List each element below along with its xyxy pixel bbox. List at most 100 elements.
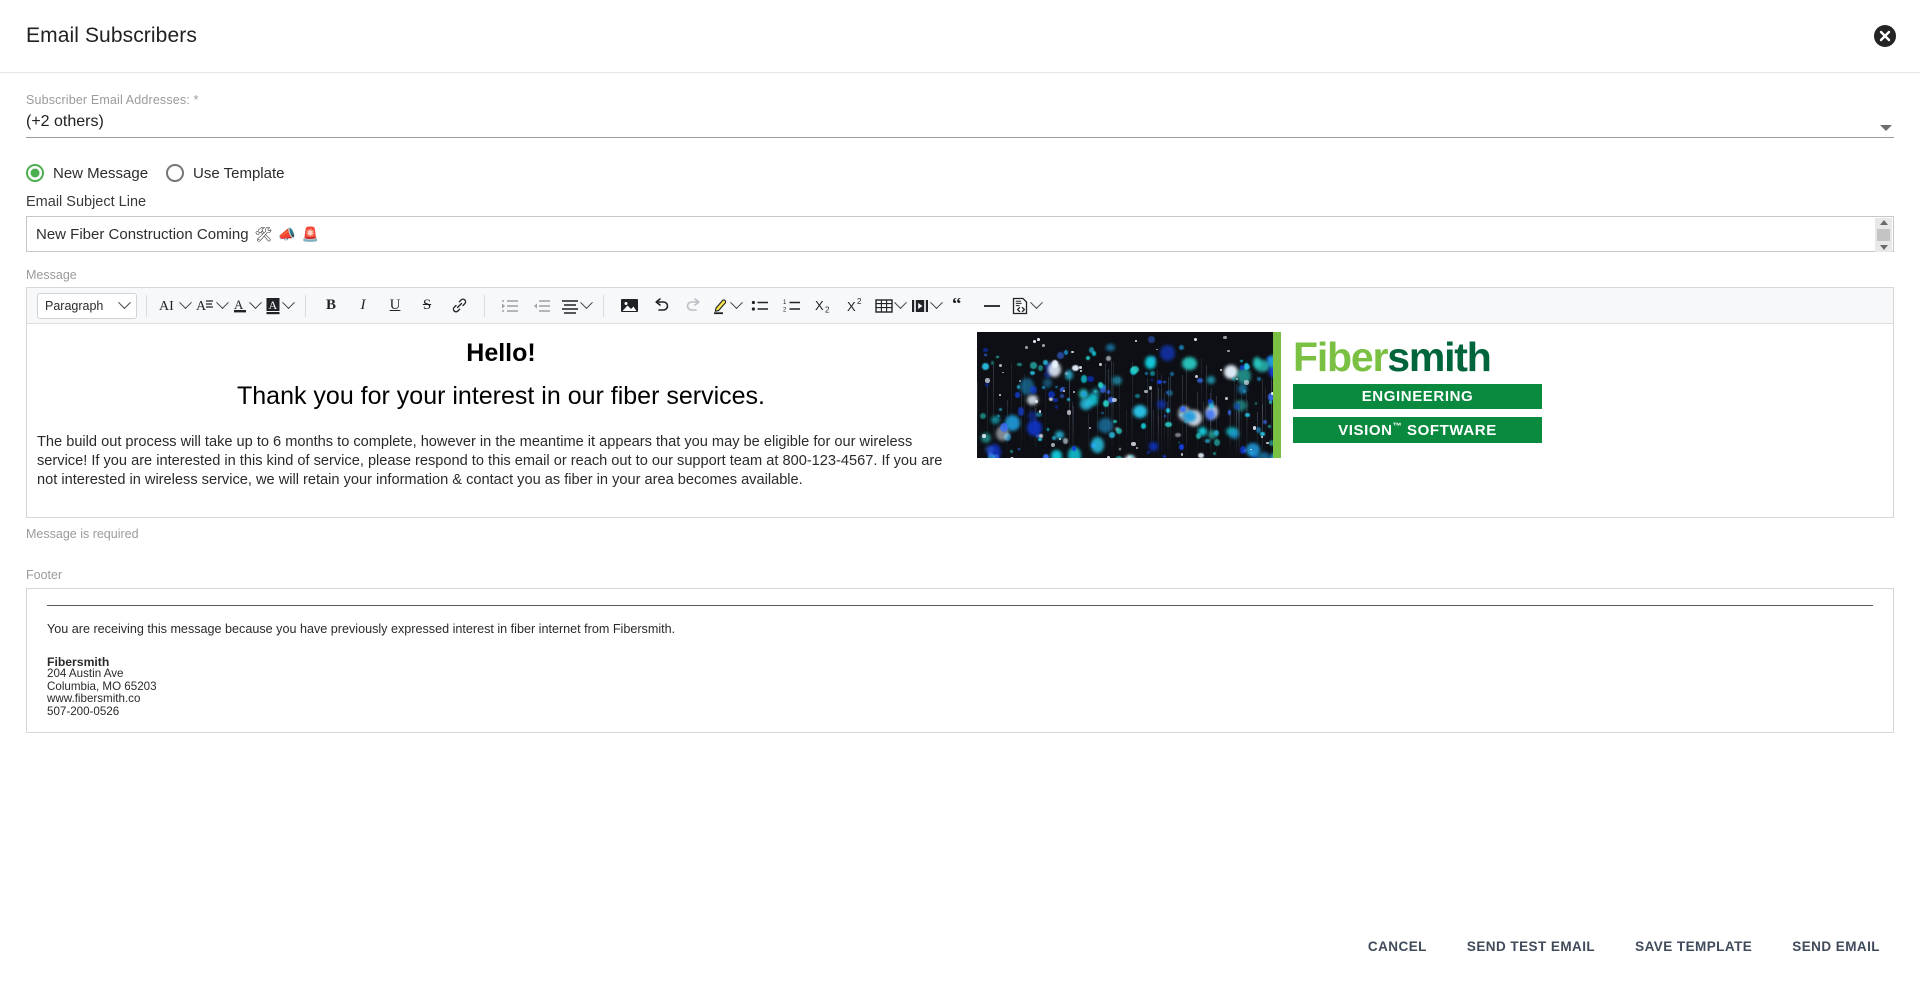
send-test-email-button[interactable]: SEND TEST EMAIL (1451, 929, 1611, 964)
subject-field: Email Subject Line New Fiber Constructio… (26, 194, 1894, 252)
email-subscribers-dialog: Email Subscribers Subscriber Email Addre… (0, 0, 1920, 982)
page-title: Email Subscribers (26, 24, 197, 47)
subscriber-select[interactable]: (+2 others) (26, 111, 1894, 138)
radio-indicator (166, 164, 185, 182)
bold-icon[interactable]: B (315, 293, 347, 319)
fibersmith-logo: Fibersmith (1293, 334, 1542, 380)
hammer-wrench-icon: 🛠 (254, 226, 273, 242)
svg-text:X: X (847, 299, 856, 314)
message-field: Message Paragraph AI A A A B I U S 1 2 X… (26, 268, 1894, 541)
strikethrough-icon[interactable]: S (411, 293, 443, 319)
fiber-optic-strands-photo (977, 332, 1273, 458)
highlight-icon[interactable] (709, 293, 744, 319)
subscript-icon[interactable]: X 2 (808, 293, 840, 319)
email-paragraph: The build out process will take up to 6 … (37, 434, 943, 488)
chevron-down-icon[interactable] (1880, 125, 1892, 131)
indent-decrease-icon[interactable] (526, 293, 558, 319)
block-format-value: Paragraph (45, 298, 104, 313)
text-color-icon[interactable]: A (230, 293, 263, 319)
numbered-list-icon[interactable]: 1 2 (776, 293, 808, 319)
save-template-button[interactable]: SAVE TEMPLATE (1619, 929, 1768, 964)
email-heading: Hello! (466, 339, 536, 367)
undo-icon[interactable] (645, 293, 677, 319)
footer-phone: 507-200-0526 (47, 704, 120, 718)
band-vision-text: VISION (1338, 422, 1393, 439)
cancel-button[interactable]: CANCEL (1352, 929, 1443, 964)
chevron-down-icon (216, 296, 229, 310)
send-email-button[interactable]: SEND EMAIL (1776, 929, 1896, 964)
toolbar-group-inline-style: B I U S (311, 288, 479, 323)
rich-text-editor: Paragraph AI A A A B I U S 1 2 X 2 X 2 “… (26, 287, 1894, 518)
scroll-up-icon[interactable] (1879, 220, 1888, 225)
font-size-icon[interactable]: A (193, 293, 230, 319)
radio-use-template-label: Use Template (193, 164, 285, 182)
blockquote-icon[interactable]: “ (944, 293, 976, 319)
insert-table-icon[interactable] (872, 293, 908, 319)
scrollbar-thumb[interactable] (1877, 229, 1890, 241)
fibersmith-banner: Fibersmith ENGINEERING VISION™ SOFTWARE (977, 332, 1542, 458)
indent-increase-icon[interactable] (494, 293, 526, 319)
svg-text:A: A (269, 298, 278, 312)
font-family-icon[interactable]: AI (156, 293, 193, 319)
horizontal-rule-icon[interactable] (976, 293, 1008, 319)
siren-icon: 🚨 (301, 226, 320, 242)
svg-text:A: A (234, 297, 244, 312)
subscriber-value: (+2 others) (26, 113, 104, 130)
align-icon[interactable] (558, 293, 594, 319)
toolbar-divider (484, 294, 485, 317)
svg-text:AI: AI (159, 299, 174, 314)
banner-accent-bar (1273, 332, 1281, 458)
subscriber-label: Subscriber Email Addresses: * (26, 93, 199, 107)
scroll-down-icon[interactable] (1879, 245, 1888, 250)
radio-use-template[interactable]: Use Template (166, 164, 284, 182)
footer-disclaimer: You are receiving this message because y… (47, 622, 676, 636)
footer-address-block: Fibersmith 204 Austin Ave Columbia, MO 6… (47, 655, 1873, 719)
insert-video-icon[interactable] (908, 293, 944, 319)
email-body: Hello! Thank you for your interest in ou… (27, 324, 1893, 490)
toolbar-divider (146, 294, 147, 317)
banner-band-engineering: ENGINEERING (1293, 384, 1542, 409)
toolbar-group-block-format: Paragraph (33, 288, 141, 323)
toolbar-group-font: AI A A A (152, 288, 300, 323)
radio-indicator (26, 164, 44, 182)
insert-image-icon[interactable] (613, 293, 645, 319)
subject-input[interactable]: New Fiber Construction Coming 🛠 📣 🚨 (26, 216, 1894, 252)
trademark-symbol: ™ (1392, 421, 1403, 431)
footer-website: www.fibersmith.co (47, 692, 141, 706)
svg-text:1: 1 (783, 300, 787, 306)
email-text-column: Hello! Thank you for your interest in ou… (37, 332, 977, 490)
message-label: Message (26, 268, 77, 282)
subject-value: New Fiber Construction Coming (36, 225, 249, 243)
subject-scrollbar[interactable] (1875, 218, 1892, 252)
svg-text:2: 2 (783, 307, 787, 313)
footer-address-line-2: Columbia, MO 65203 (47, 679, 157, 693)
toolbar-group-indent-align (490, 288, 598, 323)
italic-icon[interactable]: I (347, 293, 379, 319)
svg-text:2: 2 (825, 306, 830, 315)
superscript-icon[interactable]: X 2 (840, 293, 872, 319)
footer-address-line-1: 204 Austin Ave (47, 667, 124, 681)
block-format-select[interactable]: Paragraph (37, 292, 137, 319)
bullet-list-icon[interactable] (744, 293, 776, 319)
editor-toolbar: Paragraph AI A A A B I U S 1 2 X 2 X 2 “ (27, 288, 1893, 324)
footer-field: Footer You are receiving this message be… (26, 568, 1894, 733)
close-icon[interactable] (1872, 23, 1898, 49)
source-code-icon[interactable] (1008, 293, 1044, 319)
footer-content-box[interactable]: You are receiving this message because y… (26, 588, 1894, 733)
underline-icon[interactable]: U (379, 293, 411, 319)
link-icon[interactable] (443, 293, 475, 319)
background-color-icon[interactable]: A (263, 293, 296, 319)
redo-icon[interactable] (677, 293, 709, 319)
toolbar-group-insert: 1 2 X 2 X 2 “ (609, 288, 1048, 323)
chevron-down-icon (179, 296, 192, 310)
subscriber-field: Subscriber Email Addresses: * (+2 others… (26, 93, 1894, 138)
chevron-down-icon (249, 296, 262, 310)
footer-divider (47, 605, 1873, 606)
logo-text-fiber: Fiber (1293, 334, 1388, 380)
dialog-header: Email Subscribers (0, 0, 1920, 72)
banner-band-vision-software: VISION™ SOFTWARE (1293, 417, 1542, 443)
toolbar-divider (603, 294, 604, 317)
svg-text:X: X (815, 298, 824, 313)
editor-content[interactable]: Hello! Thank you for your interest in ou… (27, 324, 1893, 517)
radio-new-message[interactable]: New Message (26, 164, 148, 182)
